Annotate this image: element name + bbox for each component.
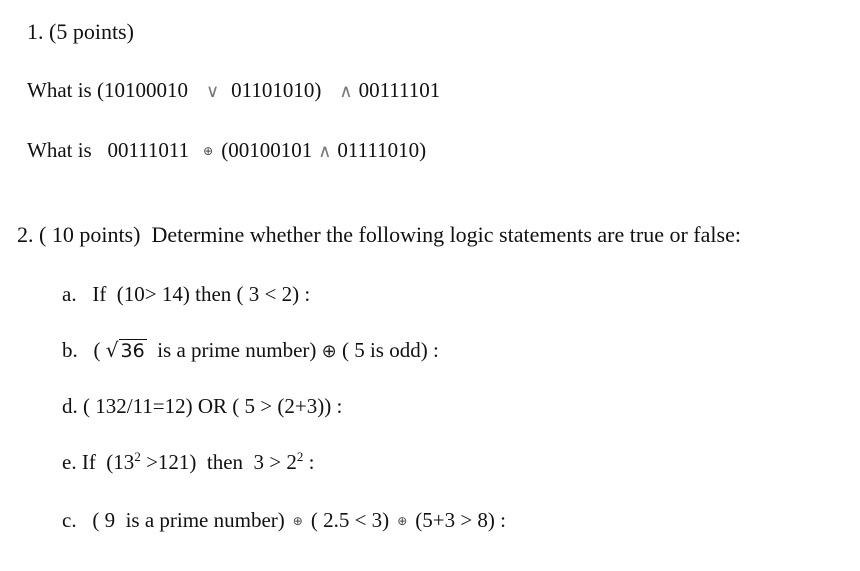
statement-text: b. ( [62, 338, 106, 362]
and-operator-icon: ∧ [318, 141, 332, 162]
statement-text: : [303, 450, 315, 474]
statement-text: c. ( 9 is a prime number) [62, 508, 285, 532]
question-1-heading: 1. (5 points) [27, 19, 134, 44]
question-1-line-1: What is (10100010 ∨ 01101010) ∧ 00111101 [27, 77, 440, 105]
expression-text: 01101010) [231, 78, 322, 102]
radical-icon: √ [105, 338, 119, 362]
expression-text: (00100101 [221, 138, 313, 162]
statement-d: d. ( 132/11=12) OR ( 5 > (2+3)) : [62, 394, 343, 418]
statement-text: ( 5 is odd) : [336, 338, 439, 362]
statement-text: >121) then 3 > 2 [140, 450, 297, 474]
square-root: √ 36 [106, 337, 147, 364]
xor-operator-icon: ⊕ [321, 341, 337, 362]
statement-b: b. ( √ 36 is a prime number) ⊕ ( 5 is odd… [62, 337, 439, 365]
statement-text: e. If (13 [62, 450, 135, 474]
expression-text: 00111101 [358, 78, 441, 102]
expression-text: 01111010) [337, 138, 427, 162]
statement-text: ( 2.5 < 3) [310, 508, 390, 532]
xor-operator-icon: ⊕ [397, 514, 408, 528]
statement-a: a. If (10> 14) then ( 3 < 2) : [62, 282, 311, 306]
xor-operator-icon: ⊕ [203, 144, 214, 158]
xor-operator-icon: ⊕ [292, 514, 303, 528]
statement-c: c. ( 9 is a prime number) ⊕ ( 2.5 < 3) ⊕ (5+… [62, 507, 506, 536]
or-operator-icon: ∨ [205, 81, 220, 102]
and-operator-icon: ∧ [339, 81, 353, 102]
expression-text: What is (10100010 [27, 78, 188, 102]
statement-text: is a prime number) [146, 338, 322, 362]
expression-text: What is 00111011 [27, 138, 190, 162]
statement-e: e. If (132 >121) then 3 > 22 : [62, 449, 315, 475]
question-1-line-2: What is 00111011 ⊕ (00100101 ∧ 01111010) [27, 137, 426, 166]
question-2-heading: 2. ( 10 points) Determine whether the fo… [17, 222, 741, 247]
statement-text: (5+3 > 8) : [415, 508, 507, 532]
radicand: 36 [118, 339, 147, 362]
